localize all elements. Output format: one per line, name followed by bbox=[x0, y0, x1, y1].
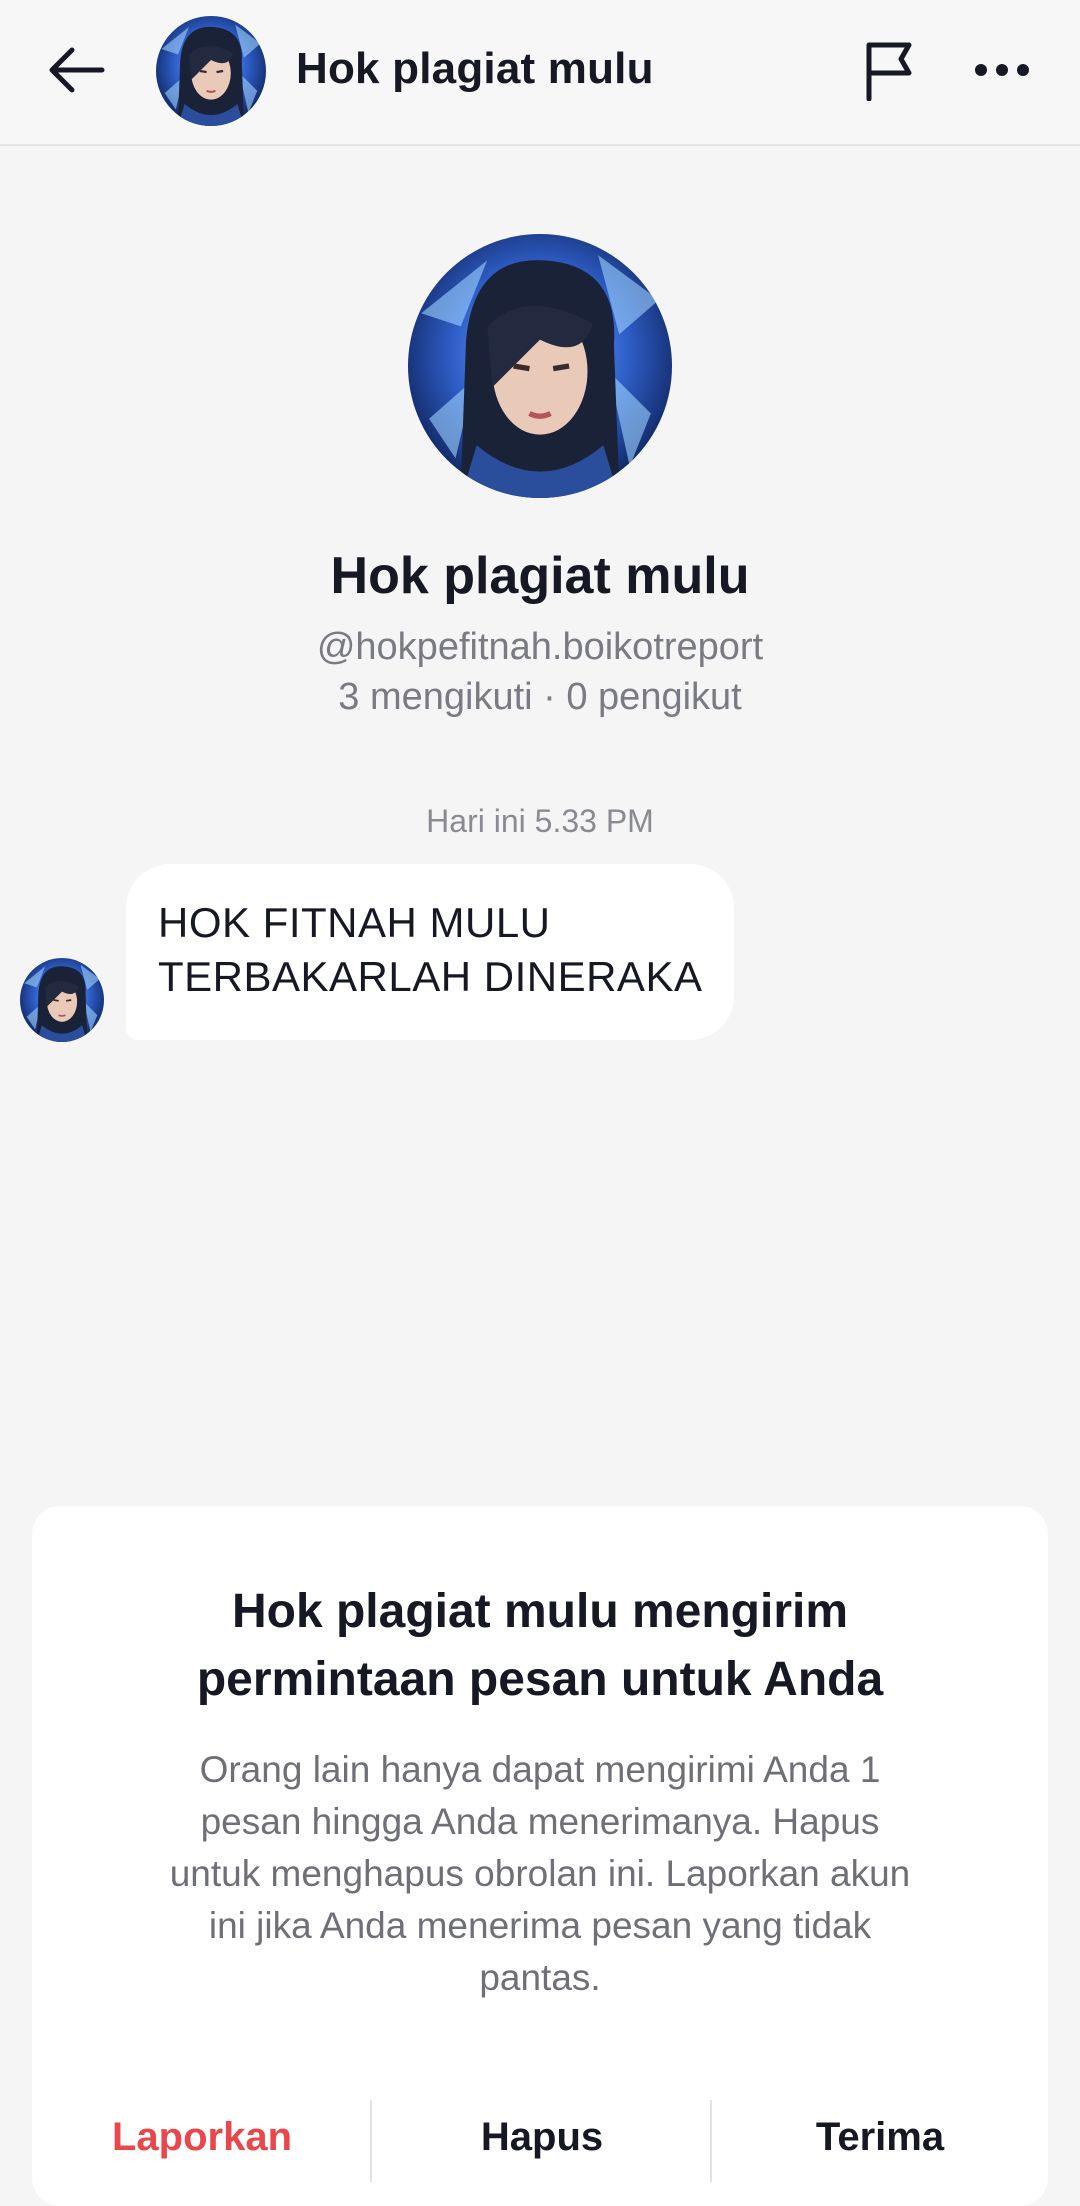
report-flag-button[interactable] bbox=[856, 34, 928, 106]
request-description-line: Orang lain hanya dapat mengirimi Anda 1 bbox=[199, 1749, 881, 1790]
delete-button[interactable]: Hapus bbox=[372, 2092, 712, 2182]
message-timestamp: Hari ini 5.33 PM bbox=[426, 803, 654, 839]
back-button[interactable] bbox=[40, 34, 112, 106]
request-actions: Laporkan Hapus Terima bbox=[32, 2092, 1048, 2182]
more-horizontal-icon bbox=[975, 64, 1029, 76]
sender-avatar[interactable] bbox=[20, 958, 104, 1042]
chat-title: Hok plagiat mulu bbox=[296, 44, 654, 93]
header-avatar[interactable] bbox=[156, 16, 266, 126]
profile-stats: 3 mengikuti · 0 pengikut bbox=[338, 676, 742, 718]
request-description: Orang lain hanya dapat mengirimi Anda 1 … bbox=[92, 1744, 988, 2004]
message-request-card: Hok plagiat mulu mengirim permintaan pes… bbox=[32, 1506, 1048, 2206]
message-line: HOK FITNAH MULU bbox=[158, 899, 551, 946]
request-description-line: pesan hingga Anda menerimanya. Hapus bbox=[200, 1801, 880, 1842]
report-button[interactable]: Laporkan bbox=[32, 2092, 372, 2182]
request-title-line: permintaan pesan untuk Anda bbox=[196, 1653, 884, 1706]
request-title: Hok plagiat mulu mengirim permintaan pes… bbox=[32, 1578, 1048, 1714]
more-options-button[interactable] bbox=[966, 34, 1038, 106]
arrow-left-icon bbox=[49, 47, 105, 93]
message-bubble[interactable]: HOK FITNAH MULU TERBAKARLAH DINERAKA bbox=[126, 864, 734, 1040]
request-description-line: pantas. bbox=[479, 1957, 601, 1998]
top-bar: Hok plagiat mulu bbox=[0, 0, 1080, 146]
flag-icon bbox=[866, 42, 912, 101]
message-line: TERBAKARLAH DINERAKA bbox=[158, 953, 703, 1000]
profile-handle: @hokpefitnah.boikotreport bbox=[316, 626, 764, 668]
profile-avatar[interactable] bbox=[408, 234, 672, 498]
profile-name: Hok plagiat mulu bbox=[330, 547, 750, 605]
request-title-line: Hok plagiat mulu mengirim bbox=[231, 1585, 849, 1638]
request-description-line: untuk menghapus obrolan ini. Laporkan ak… bbox=[169, 1853, 911, 1894]
accept-button[interactable]: Terima bbox=[712, 2092, 1048, 2182]
request-description-line: ini jika Anda menerima pesan yang tidak bbox=[208, 1905, 872, 1946]
